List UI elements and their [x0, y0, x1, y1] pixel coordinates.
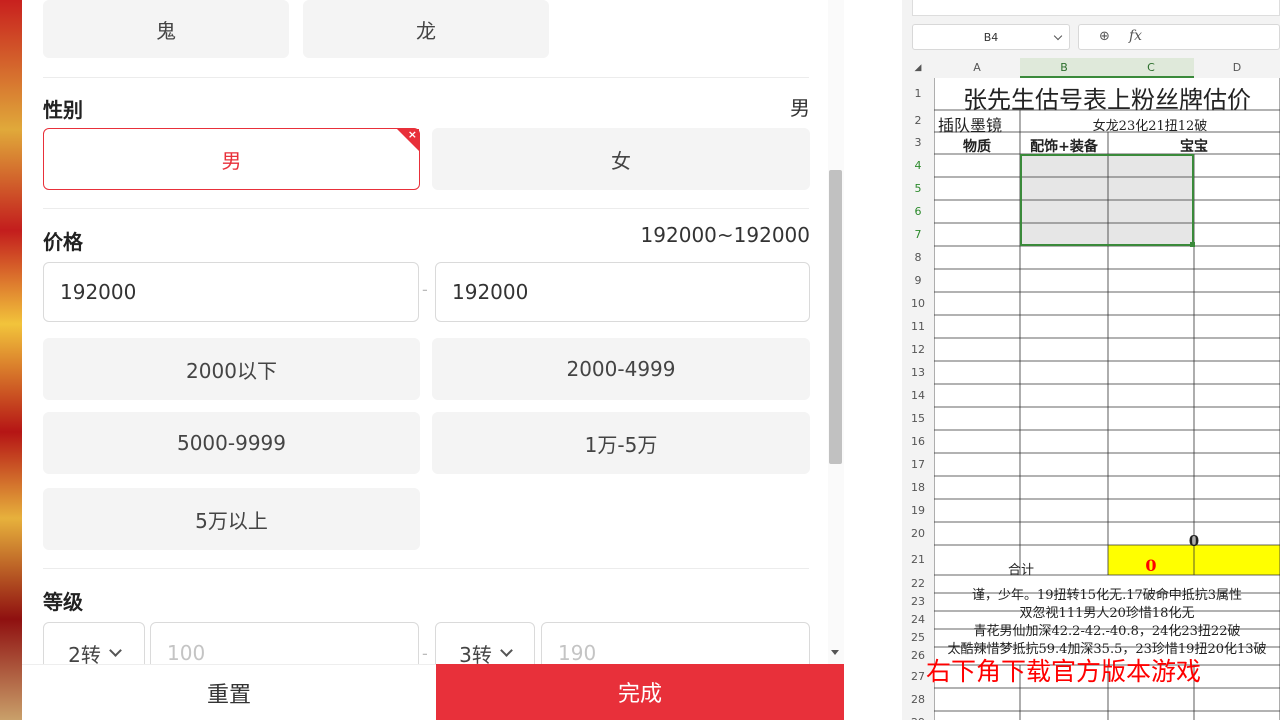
name-box-value: B4	[983, 30, 999, 44]
divider	[43, 568, 809, 569]
spreadsheet-window: B4 ⊕ fx ◢ A B C D 1 2 3 4 5 6 7 8 9 10 11 12 13 14 15 1…	[902, 0, 1280, 720]
row-header[interactable]: 18	[902, 476, 934, 499]
row-header[interactable]: 11	[902, 315, 934, 338]
row-header[interactable]: 25	[902, 629, 934, 647]
row-header[interactable]: 4	[902, 154, 934, 177]
price-range-over-50k[interactable]: 5万以上	[43, 488, 420, 550]
row-header[interactable]: 3	[902, 132, 934, 154]
scroll-down-arrow-icon[interactable]	[831, 650, 839, 655]
price-range-value: 192000~192000	[640, 223, 810, 247]
price-title: 价格	[43, 230, 83, 254]
formula-bar[interactable]: ⊕ fx	[1078, 24, 1280, 50]
row-header[interactable]: 28	[902, 688, 934, 711]
note-row-22[interactable]: 谨，少年。19扭转15化无.17破命中抵抗3属性	[934, 584, 1280, 603]
gender-option-female[interactable]: 女	[432, 128, 810, 190]
price-range-5000-9999[interactable]: 5000-9999	[43, 412, 420, 474]
cell-b3[interactable]: 配饰+装备	[1020, 136, 1108, 156]
select-all-corner[interactable]: ◢	[902, 58, 934, 78]
gender-option-label: 男	[221, 148, 242, 173]
race-option-dragon[interactable]: 龙	[303, 0, 549, 58]
close-icon: ×	[407, 128, 417, 141]
price-range-2000-4999[interactable]: 2000-4999	[432, 338, 810, 400]
row-header[interactable]: 10	[902, 292, 934, 315]
filter-panel: 鬼 龙 性别 男 男 × 女 价格 192000~192000 192000 -…	[22, 0, 844, 720]
row-header[interactable]: 15	[902, 407, 934, 430]
row-header[interactable]: 22	[902, 575, 934, 593]
note-row-24[interactable]: 青花男仙加深42.2-42.-40.8，24化23扭22破	[934, 620, 1280, 639]
ribbon-toolbar	[912, 0, 1280, 16]
chevron-down-icon	[499, 644, 513, 657]
chevron-down-icon	[108, 644, 122, 657]
cell-total-value[interactable]: 0	[1108, 556, 1194, 575]
divider	[43, 77, 809, 78]
row-header[interactable]: 5	[902, 177, 934, 200]
row-header[interactable]: 17	[902, 453, 934, 476]
reset-button[interactable]: 重置	[22, 664, 436, 720]
cell-total-label[interactable]: 合计	[934, 559, 1108, 578]
cell-fill	[1190, 242, 1195, 247]
row-header[interactable]: 21	[902, 545, 934, 575]
cell-area[interactable]: 张先生估号表上粉丝牌估价 插队墨镜 女龙23化21扭12破 物质 配饰+装备 宝…	[934, 78, 1280, 720]
row-header[interactable]: 6	[902, 200, 934, 223]
row-header[interactable]: 14	[902, 384, 934, 407]
row-header[interactable]: 16	[902, 430, 934, 453]
row-header[interactable]: 1	[902, 78, 934, 110]
zoom-icon: ⊕	[1099, 29, 1110, 44]
note-row-23[interactable]: 双忽视111男人20珍惜18化无	[934, 602, 1280, 621]
price-range-label: 1万-5万	[584, 432, 658, 457]
promo-overlay-text: 右下角下载官方版本游戏	[926, 657, 1202, 686]
row-header[interactable]: 7	[902, 223, 934, 246]
cell-a3[interactable]: 物质	[934, 136, 1020, 156]
column-header-a[interactable]: A	[934, 58, 1020, 78]
price-range-label: 2000-4999	[566, 357, 676, 381]
price-range-label: 2000以下	[186, 358, 277, 383]
level-title: 等级	[43, 590, 83, 614]
gender-title: 性别	[43, 98, 83, 122]
background-gap	[844, 0, 902, 720]
row-header[interactable]: 23	[902, 593, 934, 611]
cell-c20[interactable]: 0	[1108, 532, 1280, 550]
decorative-border	[0, 0, 22, 720]
row-header[interactable]: 13	[902, 361, 934, 384]
race-option-label: 龙	[416, 18, 436, 43]
fx-icon: fx	[1129, 28, 1143, 44]
row-header[interactable]: 20	[902, 522, 934, 545]
column-header-c[interactable]: C	[1108, 58, 1194, 78]
cell-a2[interactable]: 插队墨镜	[938, 112, 1002, 136]
cell-b2[interactable]: 女龙23化21扭12破	[1020, 115, 1280, 134]
price-range-under-2000[interactable]: 2000以下	[43, 338, 420, 400]
row-header[interactable]: 9	[902, 269, 934, 292]
row-header[interactable]: 19	[902, 499, 934, 522]
price-max-input[interactable]: 192000	[435, 262, 810, 322]
cell-c3[interactable]: 宝宝	[1108, 136, 1280, 156]
row-header[interactable]: 12	[902, 338, 934, 361]
row-header[interactable]: 29	[902, 711, 934, 720]
range-dash: -	[422, 280, 428, 299]
row-header[interactable]: 24	[902, 611, 934, 629]
range-dash: -	[422, 644, 428, 663]
race-option-label: 鬼	[156, 18, 176, 43]
bottom-action-bar: 重置 完成	[22, 664, 844, 720]
price-min-input[interactable]: 192000	[43, 262, 419, 322]
column-header-b[interactable]: B	[1020, 58, 1108, 78]
column-header-d[interactable]: D	[1194, 58, 1280, 78]
chevron-down-icon	[1053, 31, 1063, 41]
gender-selected-value: 男	[790, 96, 810, 120]
gender-option-label: 女	[611, 148, 631, 173]
sheet-title-cell[interactable]: 张先生估号表上粉丝牌估价	[934, 80, 1280, 115]
race-option-ghost[interactable]: 鬼	[43, 0, 289, 58]
divider	[43, 208, 809, 209]
name-box[interactable]: B4	[912, 24, 1070, 50]
price-range-label: 5万以上	[195, 508, 268, 533]
scrollbar-thumb[interactable]	[829, 170, 842, 464]
row-header[interactable]: 2	[902, 110, 934, 132]
gender-option-male[interactable]: 男 ×	[43, 128, 420, 190]
done-button[interactable]: 完成	[436, 664, 844, 720]
row-header[interactable]: 8	[902, 246, 934, 269]
price-range-10k-50k[interactable]: 1万-5万	[432, 412, 810, 474]
price-range-label: 5000-9999	[176, 431, 286, 455]
